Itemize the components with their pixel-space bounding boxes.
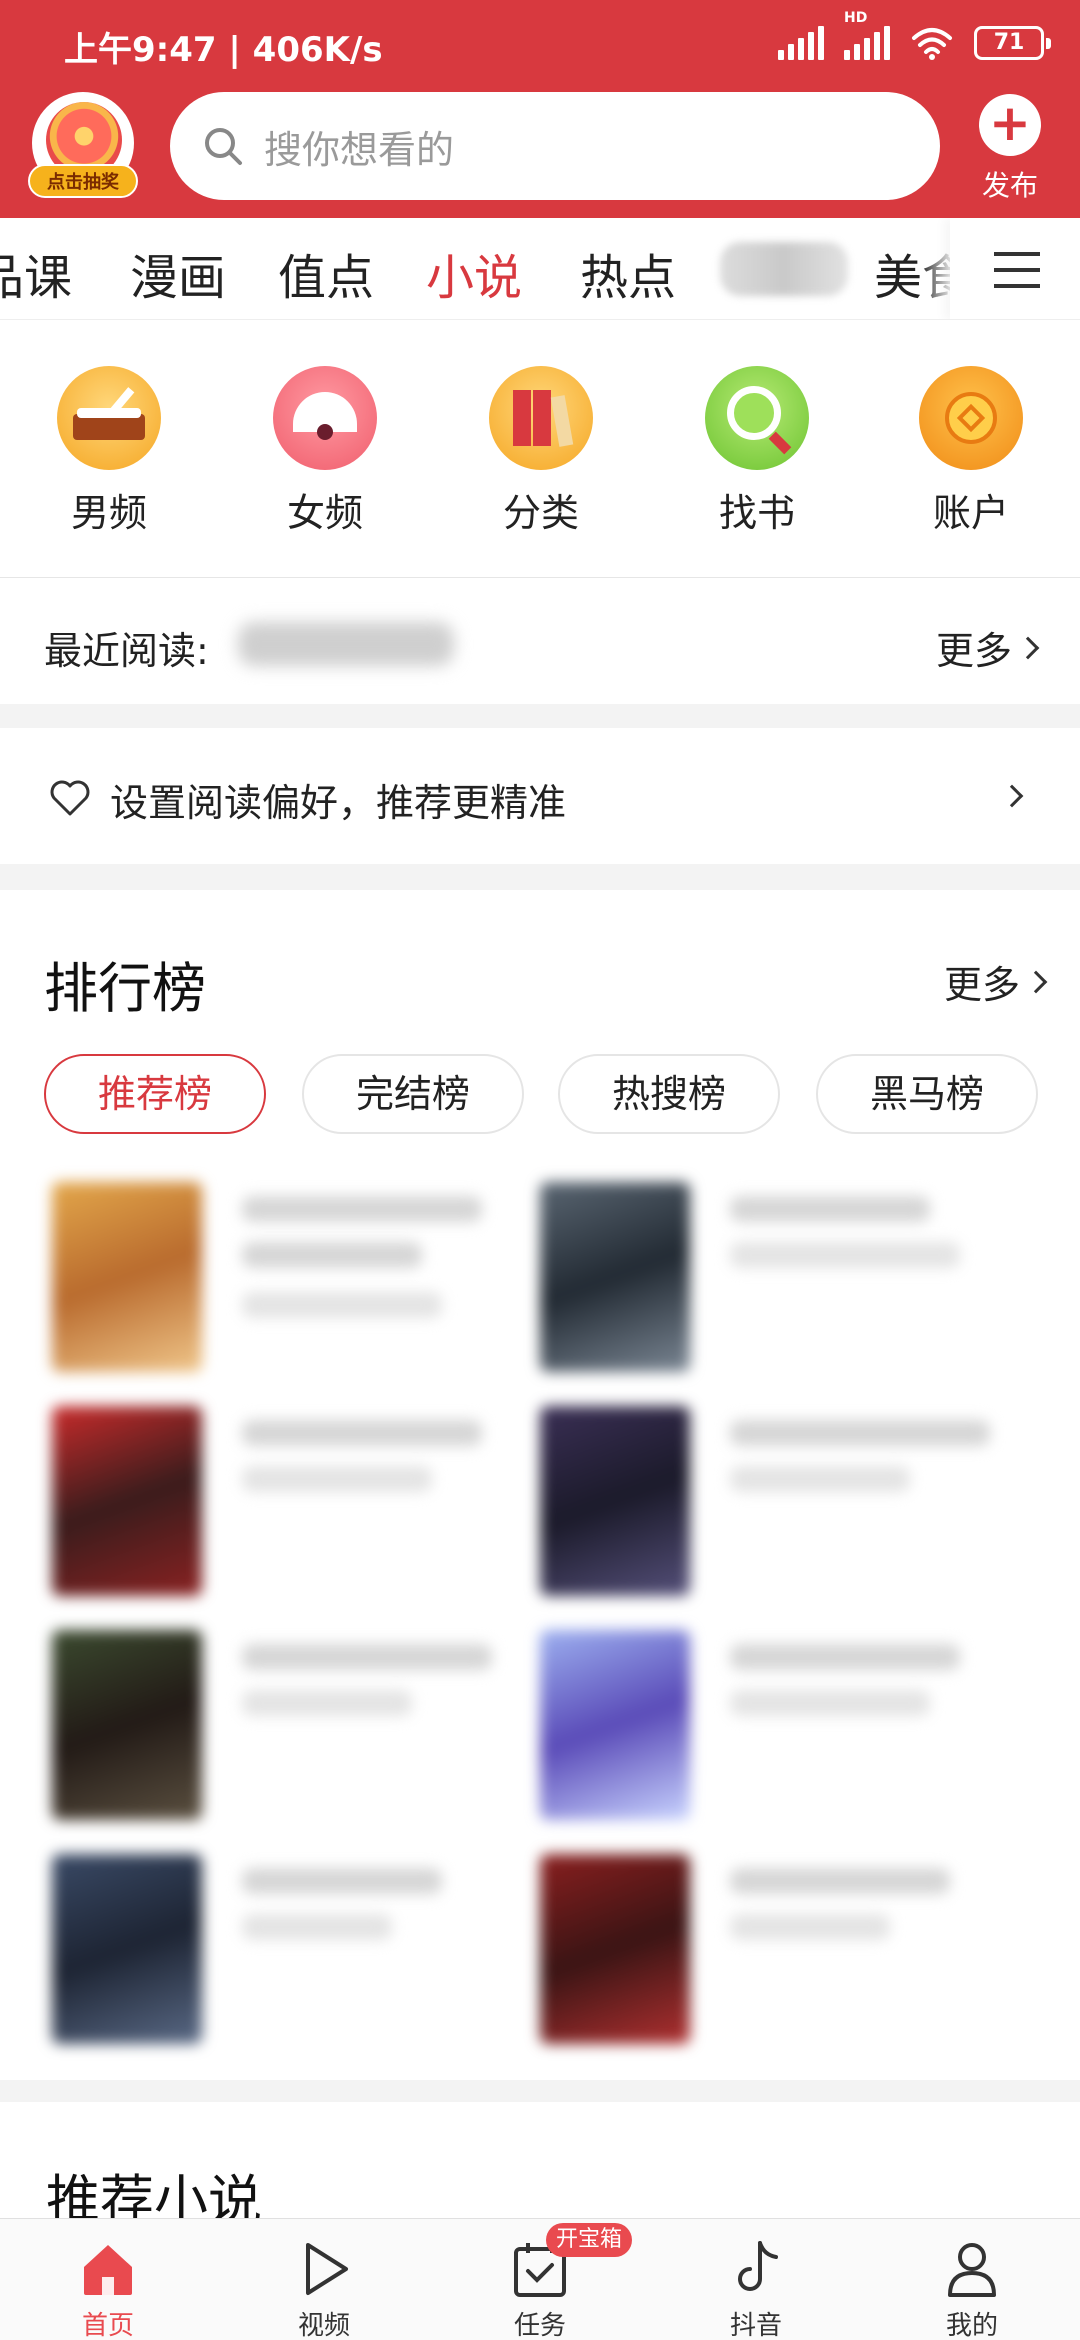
recent-label: 最近阅读: (44, 629, 209, 673)
book-cover (52, 1182, 202, 1372)
nav-douyin[interactable]: 抖音 (676, 2237, 836, 2340)
search-icon (205, 128, 242, 165)
app-root: 上午9:47 | 406K/s HD 71 点击抽奖 搜你想看的 + 发布 课 … (0, 0, 1080, 2340)
recent-book-blurred[interactable] (238, 622, 454, 666)
tab-dark-horse-rank[interactable]: 黑马榜 (816, 1054, 1038, 1134)
book-cover (52, 1630, 202, 1820)
lottery-label: 点击抽奖 (28, 164, 138, 198)
book-item-blurred[interactable] (52, 1630, 552, 1830)
status-time: 上午9:47 | 406K/s (64, 30, 383, 70)
category-label: 找书 (718, 491, 795, 535)
recommended-novels-section: 推荐小说 (0, 2102, 1080, 2232)
douyin-icon (738, 2241, 778, 2291)
heart-icon (50, 780, 90, 816)
magnifier-icon (705, 366, 809, 470)
nav-profile[interactable]: 我的 (892, 2237, 1052, 2340)
book-cover (540, 1406, 690, 1596)
book-cover (540, 1854, 690, 2044)
recent-reading[interactable]: 最近阅读: 更多 (0, 580, 1080, 704)
top-header: 上午9:47 | 406K/s HD 71 点击抽奖 搜你想看的 + 发布 (0, 0, 1080, 218)
book-item-blurred[interactable] (540, 1630, 1040, 1830)
book-item-blurred[interactable] (52, 1854, 552, 2054)
tab-pinke[interactable]: 品课 (0, 238, 72, 308)
book-cover (52, 1406, 202, 1596)
tab-hot-search-rank[interactable]: 热搜榜 (558, 1054, 780, 1134)
category-account[interactable]: 账户 (896, 366, 1046, 537)
nav-video[interactable]: 视频 (244, 2237, 404, 2340)
fan-icon (273, 366, 377, 470)
category-male[interactable]: 男频 (34, 366, 184, 537)
profile-icon (948, 2243, 996, 2297)
book-cover (52, 1854, 202, 2044)
book-cover (540, 1182, 690, 1372)
chevron-right-icon (1016, 636, 1040, 659)
chevron-right-icon (1024, 970, 1048, 993)
more-label: 更多 (935, 629, 1012, 673)
recent-more-button[interactable]: 更多 (935, 620, 1040, 675)
coin-icon (919, 366, 1023, 470)
nav-label: 首页 (81, 2311, 134, 2340)
book-item-blurred[interactable] (52, 1406, 552, 1606)
book-item-blurred[interactable] (540, 1854, 1040, 2054)
hd-label: HD (844, 10, 868, 26)
home-icon (84, 2245, 132, 2295)
nav-label: 任务 (513, 2311, 566, 2340)
chevron-right-icon (1000, 784, 1024, 808)
category-label: 分类 (502, 491, 579, 535)
category-icons: 男频 女频 分类 找书 账户 (0, 322, 1080, 578)
publish-label: 发布 (981, 169, 1038, 202)
plus-icon: + (979, 94, 1041, 156)
category-find-book[interactable]: 找书 (682, 366, 832, 537)
battery-level: 71 (993, 30, 1025, 55)
books-icon (489, 366, 593, 470)
category-classify[interactable]: 分类 (466, 366, 616, 537)
ranking-more-button[interactable]: 更多 (943, 954, 1048, 1009)
status-bar: 上午9:47 | 406K/s HD 71 (0, 0, 1080, 90)
search-input[interactable]: 搜你想看的 (170, 92, 940, 200)
treasure-box-badge: 开宝箱 (546, 2223, 633, 2257)
lottery-button[interactable]: 点击抽奖 (28, 92, 138, 202)
book-item-blurred[interactable] (540, 1182, 1040, 1382)
drum-icon (57, 366, 161, 470)
tab-finished-rank[interactable]: 完结榜 (302, 1054, 524, 1134)
nav-label: 抖音 (729, 2311, 782, 2340)
status-icons: HD 71 (778, 10, 1051, 60)
more-label: 更多 (943, 963, 1020, 1007)
book-item-blurred[interactable] (52, 1182, 552, 1382)
nav-label: 我的 (945, 2311, 998, 2340)
nav-task[interactable]: 开宝箱 任务 (460, 2223, 633, 2340)
bottom-nav: 首页 视频 开宝箱 任务 抖音 我的 (0, 2218, 1080, 2340)
ranking-section: 排行榜 更多 推荐榜 完结榜 热搜榜 黑马榜 (0, 890, 1080, 2080)
nav-label: 视频 (297, 2311, 350, 2340)
wifi-icon (912, 28, 952, 60)
channel-menu-button[interactable] (950, 218, 1080, 319)
play-icon (306, 2243, 348, 2295)
book-cover (540, 1630, 690, 1820)
battery-icon: 71 (974, 26, 1051, 60)
tab-zhidian[interactable]: 值点 (278, 238, 374, 308)
tab-novel[interactable]: 小说 (426, 238, 522, 308)
signal-icon (778, 26, 824, 60)
tab-recommend-rank[interactable]: 推荐榜 (44, 1054, 266, 1134)
reading-preference-row[interactable]: 设置阅读偏好，推荐更精准 (0, 728, 1080, 864)
tab-hot[interactable]: 热点 (580, 238, 676, 308)
tab-blurred[interactable] (720, 242, 848, 296)
ranking-book-list (0, 1182, 1080, 2062)
channel-tabs: 品课 漫画 值点 小说 热点 美食 (0, 218, 1080, 320)
category-label: 账户 (932, 491, 1009, 535)
signal-hd-icon: HD (844, 10, 890, 60)
tab-comics[interactable]: 漫画 (130, 238, 226, 308)
category-label: 女频 (286, 491, 363, 535)
nav-home[interactable]: 首页 (28, 2237, 188, 2340)
search-placeholder: 搜你想看的 (264, 127, 455, 172)
preference-text: 设置阅读偏好，推荐更精准 (110, 781, 567, 825)
category-label: 男频 (70, 491, 147, 535)
book-item-blurred[interactable] (540, 1406, 1040, 1606)
ranking-title: 排行榜 (44, 957, 206, 1020)
publish-button[interactable]: + 发布 (970, 94, 1050, 204)
category-female[interactable]: 女频 (250, 366, 400, 537)
